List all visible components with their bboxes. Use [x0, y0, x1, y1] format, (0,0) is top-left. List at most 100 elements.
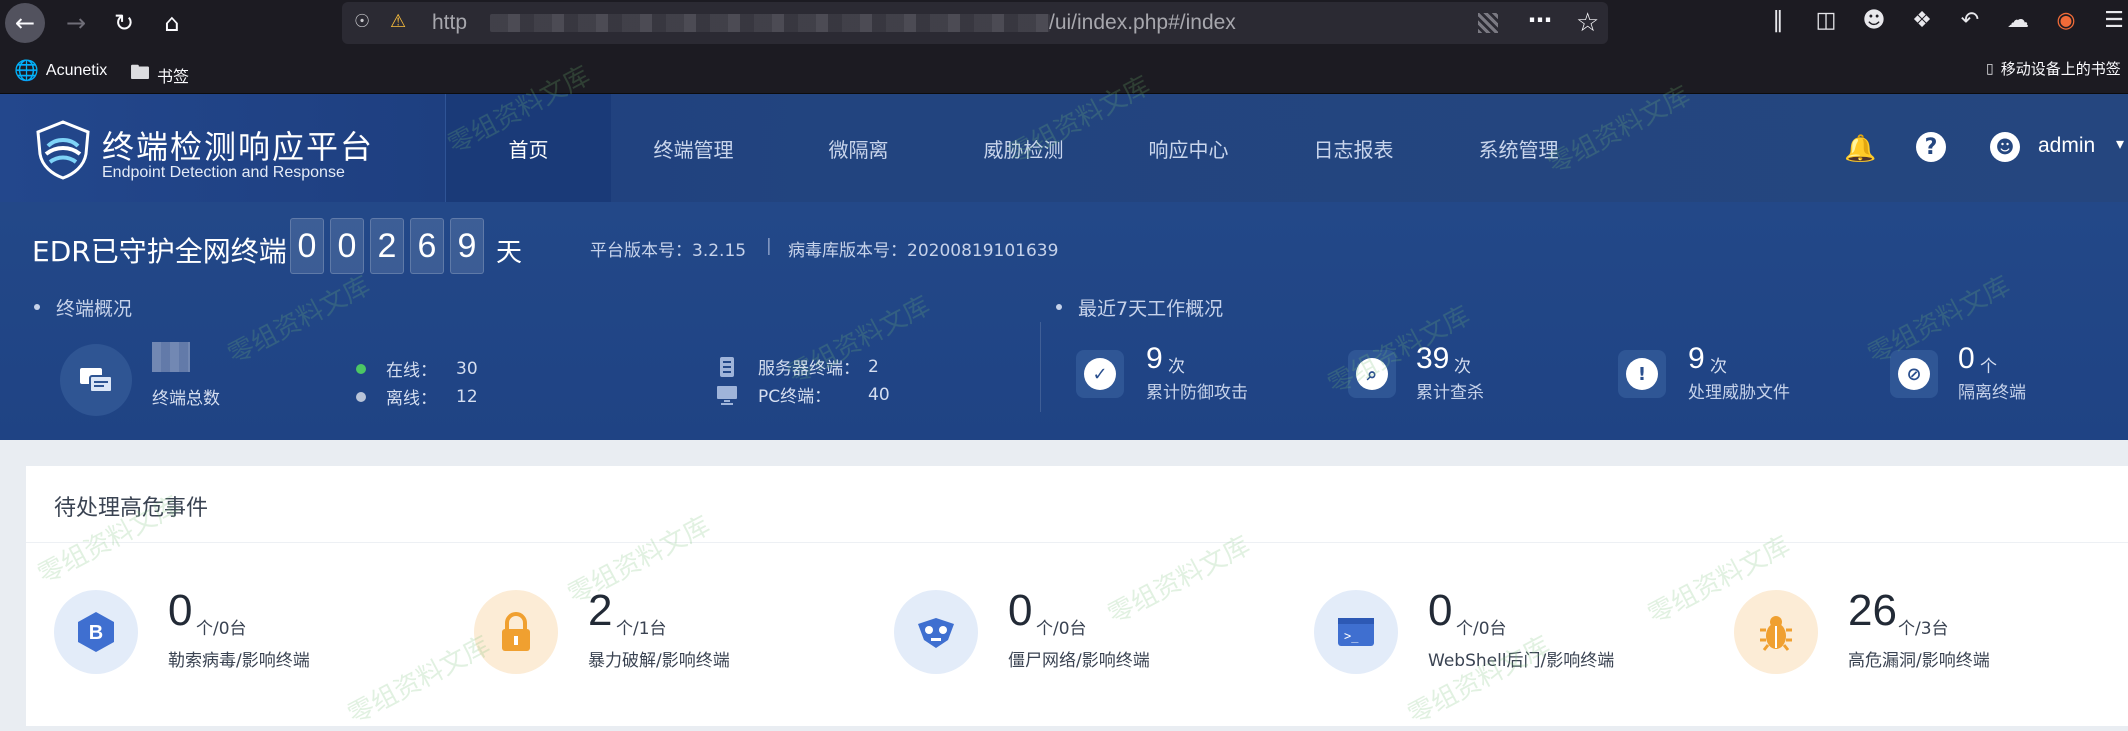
bug-icon[interactable]	[1734, 590, 1818, 674]
endpoint-overview-heading: 终端概况	[34, 294, 132, 321]
brute-force-count[interactable]: 2	[588, 586, 612, 636]
scan-count: 39	[1416, 342, 1450, 375]
nav-home[interactable]: 首页	[446, 94, 611, 202]
brute-force-unit: 个/1台	[616, 619, 667, 639]
webshell-unit: 个/0台	[1456, 619, 1507, 639]
ransomware-icon[interactable]: B	[54, 590, 138, 674]
virus-db-version: 病毒库版本号：20200819101639	[788, 241, 1059, 261]
menu-icon[interactable]: ☰	[2098, 8, 2128, 38]
online-dot-icon	[356, 363, 366, 374]
isolated-unit: 个	[1980, 357, 1997, 377]
ransomware-count[interactable]: 0	[168, 586, 192, 636]
threat-file-unit: 次	[1710, 357, 1727, 377]
brute-force-label: 暴力破解/影响终端	[588, 651, 730, 671]
folder-icon: 🖿	[130, 62, 150, 84]
help-icon[interactable]: ?	[1916, 132, 1946, 162]
insecure-lock-icon[interactable]: ⚠	[390, 11, 416, 35]
chevron-down-icon[interactable]: ▾	[2116, 134, 2124, 153]
extension-fox-icon[interactable]: ◉	[2050, 8, 2082, 38]
scan-unit: 次	[1454, 357, 1471, 377]
undo-icon[interactable]: ↶	[1954, 8, 1986, 38]
shield-check-icon: ✓	[1076, 350, 1124, 398]
days-digit: 0	[330, 218, 364, 274]
url-bar[interactable]: ☉ ⚠ http /ui/index.php#/index ⋯ ☆	[342, 2, 1608, 44]
nav-system-management[interactable]: 系统管理	[1436, 94, 1601, 202]
days-digit: 0	[290, 218, 324, 274]
days-unit: 天	[496, 238, 523, 268]
nav-endpoint-management[interactable]: 终端管理	[611, 94, 776, 202]
library-icon[interactable]: ‖	[1762, 8, 1794, 38]
botnet-label: 僵尸网络/影响终端	[1008, 651, 1150, 671]
section-divider	[1040, 322, 1041, 412]
version-separator: |	[766, 236, 772, 256]
screenshot-icon[interactable]: ❖	[1906, 8, 1938, 38]
pc-endpoints: PC终端： 40	[716, 382, 890, 407]
vulnerability-count[interactable]: 26	[1848, 586, 1897, 636]
home-button[interactable]: ⌂	[152, 3, 192, 43]
days-digit: 6	[410, 218, 444, 274]
botnet-unit: 个/0台	[1036, 619, 1087, 639]
pc-icon	[717, 385, 737, 405]
app-subtitle: Endpoint Detection and Response	[102, 164, 345, 181]
bookmark-star-icon[interactable]: ☆	[1576, 8, 1599, 38]
vulnerability-label: 高危漏洞/影响终端	[1848, 651, 1990, 671]
nav-log-reports[interactable]: 日志报表	[1271, 94, 1436, 202]
file-alert-icon: !	[1618, 350, 1666, 398]
nav-micro-isolation[interactable]: 微隔离	[776, 94, 941, 202]
lock-icon[interactable]	[474, 590, 558, 674]
card-title: 待处理高危事件	[54, 496, 209, 521]
weekly-overview-heading: 最近7天工作概况	[1056, 294, 1223, 321]
back-button[interactable]: ←	[5, 3, 45, 43]
extension-icon[interactable]: ☁	[2002, 8, 2034, 38]
webshell-label: WebShell后门/影响终端	[1428, 651, 1615, 671]
offline-count: 离线： 12	[356, 384, 478, 409]
arrow-right-icon: →	[65, 9, 87, 37]
url-prefix: http	[432, 11, 468, 34]
nav-response-center[interactable]: 响应中心	[1106, 94, 1271, 202]
defense-count: 9	[1146, 342, 1163, 375]
server-endpoints: 服务器终端： 2	[716, 354, 879, 379]
notification-bell-icon[interactable]: 🔔	[1844, 134, 1876, 164]
home-icon: ⌂	[164, 9, 180, 37]
more-actions-icon[interactable]: ⋯	[1528, 6, 1553, 34]
isolate-icon: ⊘	[1890, 350, 1938, 398]
edr-protection-title: EDR已守护全网终端	[32, 235, 287, 268]
user-avatar-icon[interactable]: ☻	[1990, 132, 2020, 162]
bookmarks-bar: 🌐 Acunetix 🖿 书签 ▯ 移动设备上的书签	[0, 46, 2128, 94]
arrow-left-icon: ←	[14, 9, 36, 37]
bookmark-folder[interactable]: 🖿 书签	[130, 58, 189, 92]
threat-file-count: 9	[1688, 342, 1705, 375]
vulnerability-unit: 个/3台	[1898, 619, 1949, 639]
botnet-count[interactable]: 0	[1008, 586, 1032, 636]
qr-code-icon[interactable]	[1478, 13, 1498, 33]
days-digit: 9	[450, 218, 484, 274]
mobile-bookmarks-label: 移动设备上的书签	[2000, 61, 2121, 78]
browser-toolbar: ← → ↻ ⌂ ☉ ⚠ http /ui/index.php#/index ⋯ …	[0, 0, 2128, 46]
online-count: 在线： 30	[356, 356, 478, 381]
reload-button[interactable]: ↻	[104, 3, 144, 43]
scan-icon: ⌕	[1348, 350, 1396, 398]
bookmark-acunetix[interactable]: 🌐 Acunetix	[14, 58, 107, 83]
logo[interactable]: 终端检测响应平台 Endpoint Detection and Response	[0, 94, 446, 202]
bullet-icon	[1056, 303, 1062, 310]
edr-logo-icon	[36, 120, 90, 180]
monitors-icon	[80, 368, 113, 393]
bookmark-label: Acunetix	[45, 61, 108, 79]
username[interactable]: admin	[2038, 134, 2095, 158]
ransomware-label: 勒索病毒/影响终端	[168, 651, 310, 671]
forward-button[interactable]: →	[56, 3, 96, 43]
mobile-bookmarks[interactable]: ▯ 移动设备上的书签	[1986, 58, 2121, 79]
offline-dot-icon	[356, 391, 366, 402]
terminal-icon[interactable]: >_	[1314, 590, 1398, 674]
account-icon[interactable]: ☻	[1858, 8, 1890, 38]
nav-threat-detection[interactable]: 威胁检测	[941, 94, 1106, 202]
botnet-icon[interactable]	[894, 590, 978, 674]
sidebar-icon[interactable]: ◫	[1810, 8, 1842, 38]
webshell-count[interactable]: 0	[1428, 586, 1452, 636]
isolated-count: 0	[1958, 342, 1975, 375]
svg-text:>_: >_	[1344, 629, 1359, 643]
days-digit: 2	[370, 218, 404, 274]
bullet-icon	[34, 303, 40, 310]
url-path: /ui/index.php#/index	[1049, 11, 1236, 34]
tracking-shield-icon[interactable]: ☉	[354, 11, 378, 35]
